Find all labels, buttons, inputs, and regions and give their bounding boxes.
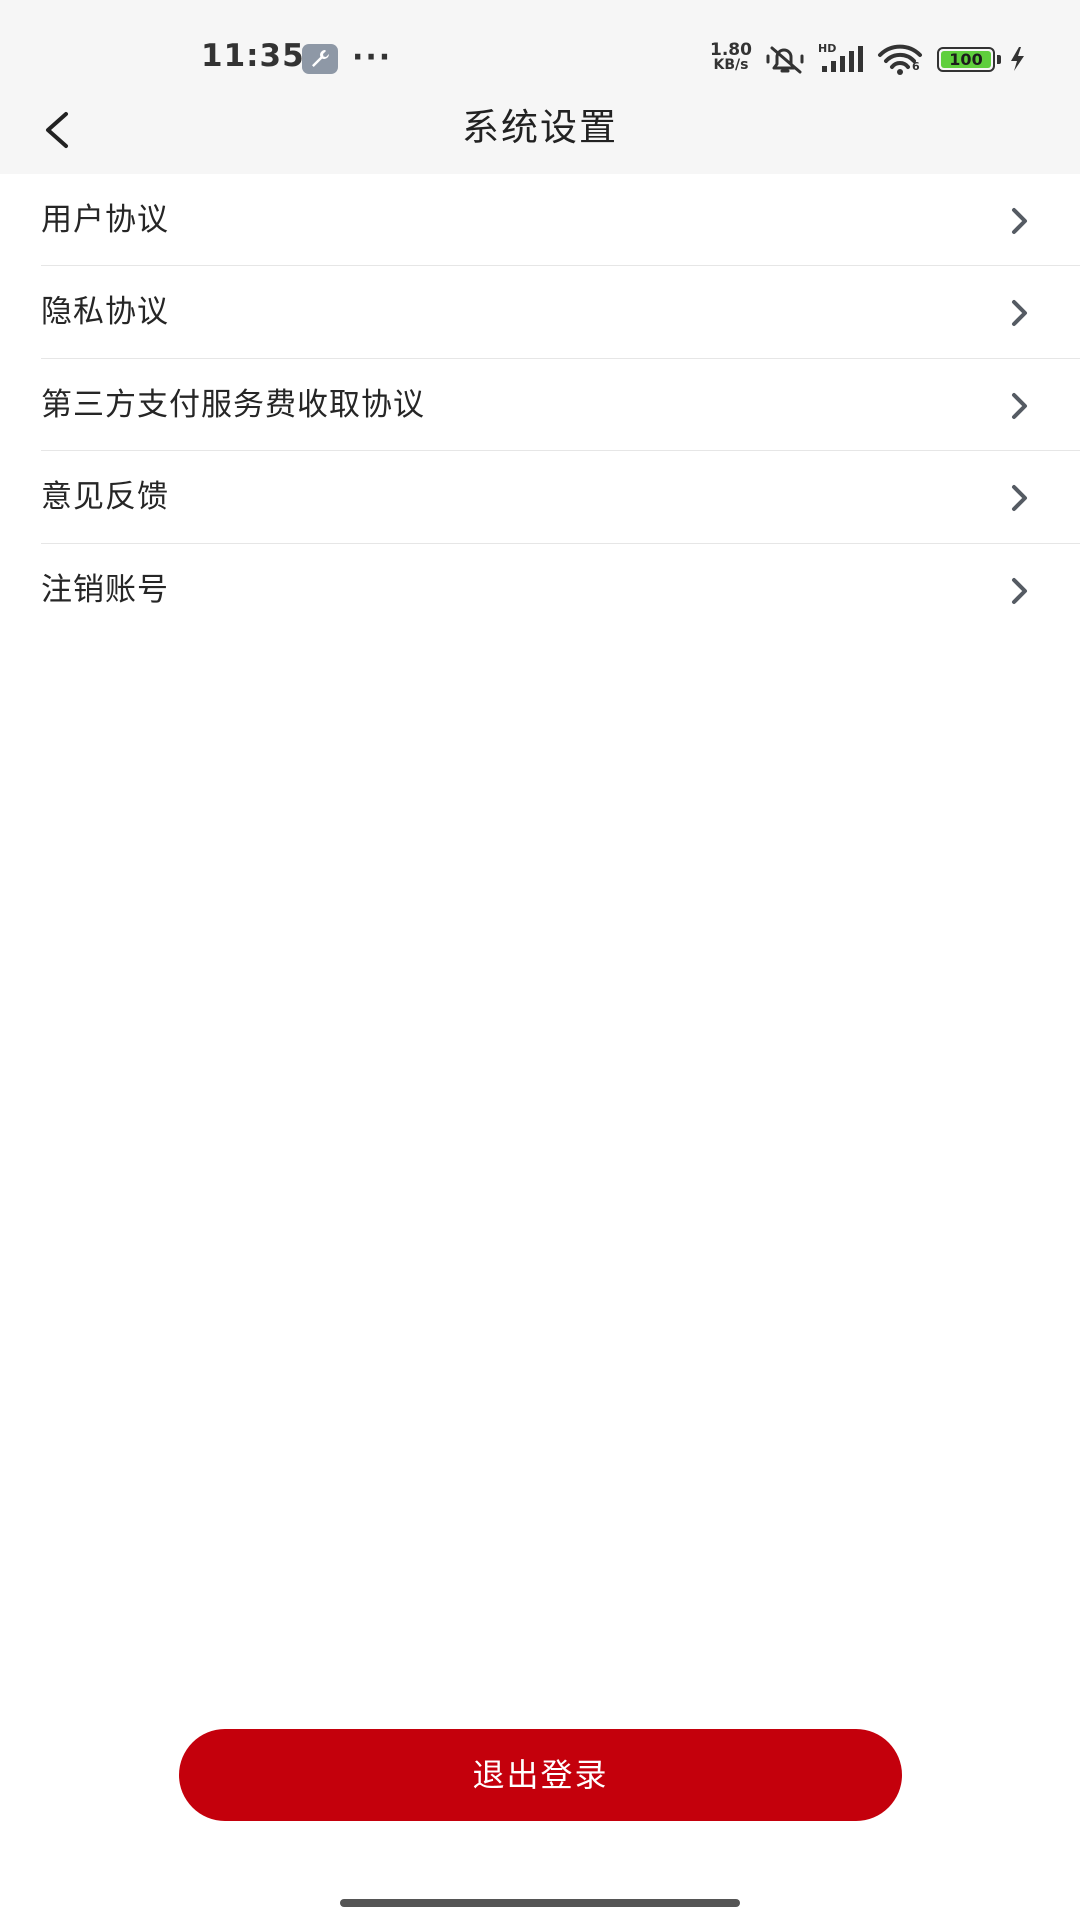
battery-icon: 100: [937, 47, 995, 72]
chevron-left-icon: [46, 112, 68, 148]
network-speed: 1.80 KB/s: [706, 40, 756, 73]
chevron-right-icon: [1012, 392, 1027, 419]
chevron-right-icon: [1012, 300, 1027, 327]
top-bar: 11:35 ··· 1.80 KB/s HD 6 100 系统设置: [0, 0, 1080, 174]
home-indicator[interactable]: [340, 1899, 740, 1907]
menu-item-label: 隐私协议: [41, 294, 169, 331]
menu-item-label: 注销账号: [41, 571, 169, 608]
navigation-bar: 系统设置: [0, 100, 1080, 174]
settings-menu-list: 用户协议 隐私协议 第三方支付服务费收取协议 意见反馈 注销账号: [0, 174, 1080, 636]
wrench-icon: [302, 44, 338, 74]
charging-icon: [1008, 45, 1026, 77]
chevron-right-icon: [1012, 577, 1027, 604]
menu-item-label: 意见反馈: [41, 479, 169, 516]
chevron-right-icon: [1012, 485, 1027, 512]
menu-item-label: 用户协议: [41, 202, 169, 238]
menu-item-label: 第三方支付服务费收取协议: [41, 386, 425, 423]
battery-level: 100: [949, 50, 983, 69]
page-title: 系统设置: [462, 106, 618, 149]
back-button[interactable]: [36, 102, 84, 158]
chevron-right-icon: [1012, 208, 1027, 234]
mute-icon: [764, 44, 808, 80]
menu-item-feedback[interactable]: 意见反馈: [41, 451, 1080, 544]
signal-icon: [818, 42, 866, 78]
menu-item-user-agreement[interactable]: 用户协议: [41, 174, 1080, 267]
battery-cap: [997, 55, 1001, 64]
status-time: 11:35: [201, 38, 305, 74]
menu-item-privacy-agreement[interactable]: 隐私协议: [41, 266, 1080, 359]
more-notifications-icon: ···: [352, 40, 393, 75]
menu-item-payment-fee-agreement[interactable]: 第三方支付服务费收取协议: [41, 359, 1080, 452]
network-speed-value: 1.80: [710, 40, 752, 60]
wifi-6-label: 6: [912, 60, 920, 73]
logout-button[interactable]: 退出登录: [179, 1729, 902, 1821]
status-bar: 11:35 ··· 1.80 KB/s HD 6 100: [0, 0, 1080, 116]
network-speed-unit: KB/s: [713, 57, 749, 73]
menu-item-delete-account[interactable]: 注销账号: [41, 544, 1080, 636]
